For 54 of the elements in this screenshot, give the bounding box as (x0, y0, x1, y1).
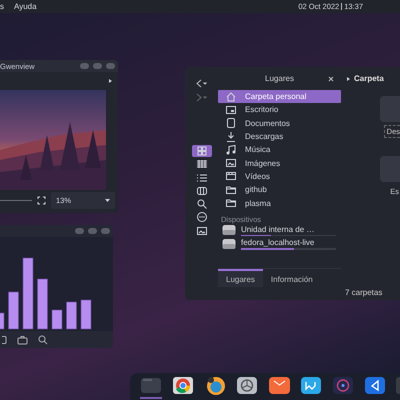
search-icon[interactable] (38, 334, 48, 344)
caret-icon (105, 199, 110, 202)
view-mode-button[interactable] (192, 145, 212, 157)
search-icon (196, 198, 208, 210)
caret-icon (347, 76, 350, 80)
folder-icon (225, 197, 237, 210)
music-icon (225, 144, 237, 156)
device-item[interactable]: fedora_localhost-live (241, 238, 336, 248)
close-icon[interactable] (328, 76, 334, 82)
fit-icon[interactable] (37, 196, 46, 205)
forward-icon[interactable] (196, 93, 207, 102)
place-item[interactable]: Escritorio (218, 103, 341, 117)
place-item[interactable]: github (218, 183, 341, 196)
mail-icon[interactable] (268, 376, 290, 395)
film-icon (225, 170, 237, 182)
menu-item[interactable]: s (0, 2, 4, 11)
panel-tab[interactable]: Información (262, 269, 321, 287)
briefcase-icon[interactable] (17, 334, 28, 344)
globe-icon[interactable] (204, 376, 226, 395)
image-icon (196, 224, 208, 237)
folder-icon[interactable] (140, 376, 162, 395)
zigzag-icon[interactable] (300, 376, 322, 395)
code-icon[interactable] (364, 376, 386, 395)
monitor-icon (225, 104, 237, 116)
document-icon (225, 117, 237, 130)
menu-item[interactable]: Ayuda (14, 2, 37, 11)
back-icon[interactable] (196, 79, 207, 88)
columns-icon (196, 184, 208, 197)
grid-icon (196, 145, 208, 157)
caret-icon[interactable] (108, 78, 113, 84)
panel-tab[interactable]: Lugares (218, 269, 263, 287)
place-item[interactable]: Imágenes (218, 156, 341, 170)
place-item[interactable]: Música (218, 143, 341, 156)
place-item[interactable]: Descargas (218, 130, 341, 144)
image-icon (225, 157, 237, 170)
place-item[interactable]: plasma (218, 196, 341, 210)
dots-icon (196, 211, 208, 224)
drive-icon (222, 224, 236, 236)
list-icon (196, 172, 208, 184)
home-icon (225, 90, 237, 103)
compact-grid-icon (196, 158, 208, 170)
folder-icon (225, 184, 237, 196)
panel-title: Lugares (265, 74, 294, 83)
drive-icon (222, 238, 236, 250)
status-text: 7 carpetas (345, 288, 382, 297)
place-item[interactable]: Documentos (218, 116, 341, 130)
place-item[interactable]: Vídeos (218, 170, 341, 184)
download-icon (225, 130, 237, 143)
breadcrumb[interactable]: Carpeta (354, 74, 384, 83)
place-item[interactable]: Carpeta personal (218, 90, 341, 104)
ring-icon[interactable] (172, 376, 194, 395)
device-item[interactable]: Unidad interna de … (241, 224, 336, 234)
wheel-icon[interactable] (236, 376, 258, 395)
window-icon[interactable] (2, 334, 7, 344)
